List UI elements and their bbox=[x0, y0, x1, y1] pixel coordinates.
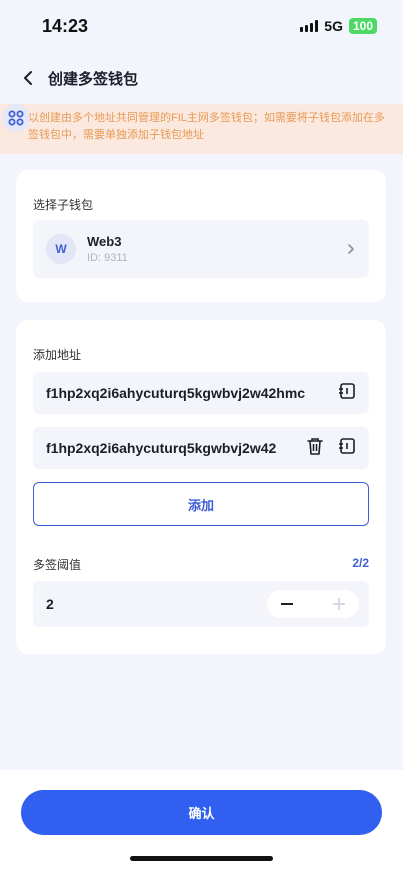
wallet-selector[interactable]: W Web3 ID: 9311 bbox=[33, 220, 369, 278]
status-time: 14:23 bbox=[42, 15, 89, 36]
address-row-2[interactable]: f1hp2xq2i6ahycuturq5kgwbvj2w42 bbox=[33, 427, 369, 469]
confirm-button[interactable]: 确认 bbox=[21, 790, 382, 835]
address-card: 添加地址 f1hp2xq2i6ahycuturq5kgwbvj2w42hmc f… bbox=[16, 320, 386, 654]
wallet-select-card: 选择子钱包 W Web3 ID: 9311 bbox=[16, 170, 386, 302]
nav-bar: 创建多签钱包 bbox=[0, 56, 403, 100]
trash-icon[interactable] bbox=[305, 436, 325, 461]
wallet-id: ID: 9311 bbox=[87, 252, 128, 264]
battery-icon: 100 bbox=[348, 18, 377, 34]
address-row-1-actions bbox=[329, 372, 369, 414]
threshold-stepper bbox=[267, 590, 359, 618]
notice-text: 以创建由多个地址共同管理的FIL主网多签钱包；如需要将子钱包添加在多签钱包中，需… bbox=[28, 112, 385, 141]
footer: 确认 bbox=[0, 770, 403, 871]
status-indicators: 5G 100 bbox=[300, 18, 377, 34]
threshold-label: 多签阈值 bbox=[33, 558, 82, 572]
address-input-2[interactable]: f1hp2xq2i6ahycuturq5kgwbvj2w42 bbox=[46, 440, 276, 456]
wallet-section-label: 选择子钱包 bbox=[33, 198, 94, 212]
chevron-left-icon[interactable] bbox=[18, 68, 38, 88]
network-type: 5G bbox=[324, 18, 343, 34]
address-section-label: 添加地址 bbox=[33, 348, 82, 362]
plus-icon[interactable] bbox=[333, 598, 345, 610]
address-row-2-actions bbox=[297, 427, 369, 469]
chevron-right-icon bbox=[347, 242, 355, 260]
address-row-1[interactable]: f1hp2xq2i6ahycuturq5kgwbvj2w42hmc bbox=[33, 372, 369, 414]
paste-icon[interactable] bbox=[337, 436, 357, 461]
address-input-1[interactable]: f1hp2xq2i6ahycuturq5kgwbvj2w42hmc bbox=[46, 385, 305, 401]
threshold-value: 2 bbox=[46, 596, 54, 612]
paste-icon[interactable] bbox=[337, 381, 357, 406]
wallet-info: Web3 ID: 9311 bbox=[87, 234, 128, 264]
home-indicator bbox=[130, 856, 273, 861]
signal-icon bbox=[300, 20, 319, 32]
add-address-button[interactable]: 添加 bbox=[33, 482, 369, 526]
notice-banner: 以创建由多个地址共同管理的FIL主网多签钱包；如需要将子钱包添加在多签钱包中，需… bbox=[0, 104, 403, 154]
status-bar: 14:23 5G 100 bbox=[0, 0, 403, 52]
threshold-count: 2/2 bbox=[352, 556, 369, 570]
minus-icon[interactable] bbox=[281, 603, 293, 605]
apps-icon[interactable] bbox=[2, 104, 30, 132]
avatar: W bbox=[46, 234, 76, 264]
wallet-name: Web3 bbox=[87, 234, 122, 249]
threshold-field: 2 bbox=[33, 581, 369, 627]
page-title: 创建多签钱包 bbox=[48, 70, 139, 88]
